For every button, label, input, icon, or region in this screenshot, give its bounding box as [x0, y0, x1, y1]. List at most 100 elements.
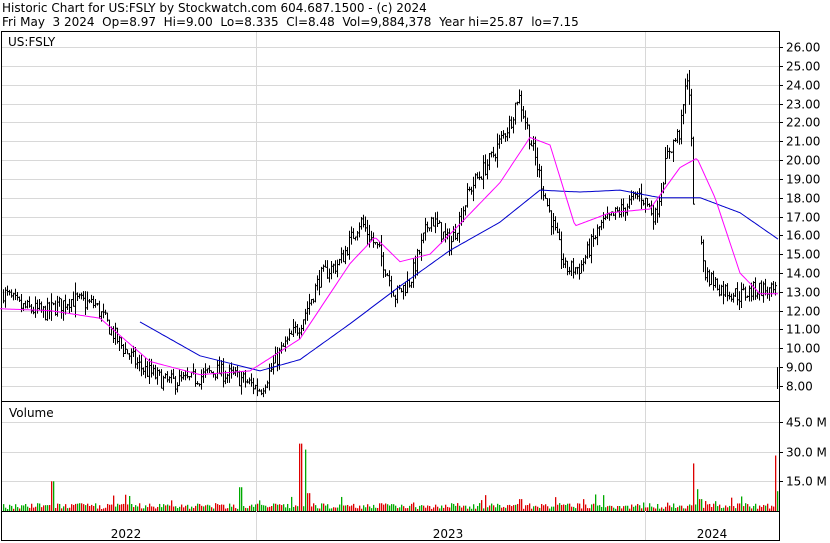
- volume-bar: [389, 505, 391, 511]
- volume-panel-frame: [1, 401, 780, 512]
- volume-bar: [123, 503, 125, 511]
- volume-bar: [105, 507, 107, 511]
- volume-bar: [259, 500, 261, 511]
- volume-bar: [597, 505, 599, 511]
- volume-bar: [189, 508, 191, 511]
- volume-bar: [455, 505, 457, 511]
- volume-bar: [391, 504, 393, 511]
- volume-bar: [671, 507, 673, 511]
- volume-bar: [65, 504, 67, 511]
- volume-bar: [55, 507, 57, 511]
- volume-bar: [607, 506, 609, 511]
- volume-bar: [475, 508, 477, 511]
- volume-bar: [359, 505, 361, 511]
- volume-bar: [503, 506, 505, 511]
- volume-bar: [679, 505, 681, 511]
- volume-bar: [447, 506, 449, 511]
- volume-bar: [77, 503, 79, 511]
- volume-bar: [295, 505, 297, 511]
- price-tick-label: 19.00: [786, 173, 820, 187]
- volume-bar: [29, 507, 31, 511]
- volume-bar: [729, 505, 731, 511]
- volume-bar: [265, 505, 267, 511]
- volume-bar: [561, 504, 563, 511]
- volume-bar: [517, 503, 519, 511]
- volume-bar: [657, 503, 659, 511]
- volume-bar: [479, 503, 481, 511]
- volume-bar: [473, 504, 475, 511]
- volume-bar: [157, 506, 159, 511]
- volume-bar: [95, 503, 97, 511]
- volume-bar: [605, 507, 607, 511]
- volume-bar: [325, 505, 327, 511]
- volume-bar: [403, 506, 405, 511]
- volume-tick-label: 45.0 M: [786, 416, 827, 430]
- volume-bar: [493, 505, 495, 511]
- volume-bar: [355, 507, 357, 511]
- volume-bar: [541, 504, 543, 511]
- volume-bar: [81, 503, 83, 511]
- volume-bar: [293, 506, 295, 511]
- volume-bar: [79, 503, 81, 511]
- volume-bar: [71, 504, 73, 511]
- volume-bar: [563, 504, 565, 511]
- volume-bar: [525, 505, 527, 511]
- volume-bar: [237, 508, 239, 511]
- volume-bar: [629, 508, 631, 511]
- volume-bar: [393, 504, 395, 511]
- volume-bar: [61, 508, 63, 511]
- volume-bar: [367, 504, 369, 511]
- volume-bar: [627, 505, 629, 511]
- volume-bar: [617, 505, 619, 511]
- volume-bar: [545, 504, 547, 511]
- volume-bar: [281, 505, 283, 511]
- volume-bar: [37, 503, 39, 511]
- volume-bar: [675, 507, 677, 511]
- volume-bar: [87, 503, 89, 511]
- volume-bar: [241, 487, 243, 511]
- volume-bar: [397, 508, 399, 511]
- volume-bar: [319, 508, 321, 511]
- volume-bar: [537, 506, 539, 511]
- volume-bar: [205, 505, 207, 511]
- volume-bar: [217, 504, 219, 511]
- volume-bar: [519, 499, 521, 511]
- volume-bar: [601, 506, 603, 511]
- volume-bar: [145, 505, 147, 511]
- volume-bar: [349, 506, 351, 511]
- volume-bar: [187, 504, 189, 511]
- volume-bar: [647, 507, 649, 511]
- volume-bar: [177, 508, 179, 511]
- volume-bar: [377, 507, 379, 511]
- volume-bar: [567, 503, 569, 511]
- volume-bar: [659, 508, 661, 511]
- volume-bar: [171, 500, 173, 511]
- volume-bar: [15, 504, 17, 511]
- volume-bar: [595, 494, 597, 511]
- volume-bar: [321, 503, 323, 511]
- volume-bar: [43, 505, 45, 511]
- volume-bar: [543, 505, 545, 511]
- volume-bar: [497, 503, 499, 511]
- volume-bar: [317, 508, 319, 511]
- volume-bar: [641, 508, 643, 511]
- volume-bar: [299, 443, 301, 511]
- volume-bar: [471, 508, 473, 511]
- volume-bar: [523, 508, 525, 511]
- volume-bar: [365, 507, 367, 511]
- price-tick-label: 14.00: [786, 267, 820, 281]
- volume-bar: [463, 505, 465, 511]
- volume-bar: [109, 504, 111, 511]
- volume-bar: [159, 503, 161, 511]
- volume-bar: [613, 507, 615, 511]
- volume-bar: [535, 505, 537, 511]
- volume-bar: [415, 507, 417, 511]
- volume-bar: [17, 507, 19, 511]
- volume-panel-title: Volume: [9, 406, 54, 420]
- volume-bar: [181, 504, 183, 511]
- price-tick-label: 13.00: [786, 286, 820, 300]
- volume-bar: [73, 504, 75, 511]
- volume-bar: [275, 503, 277, 511]
- volume-bar: [273, 503, 275, 511]
- volume-bar: [221, 504, 223, 511]
